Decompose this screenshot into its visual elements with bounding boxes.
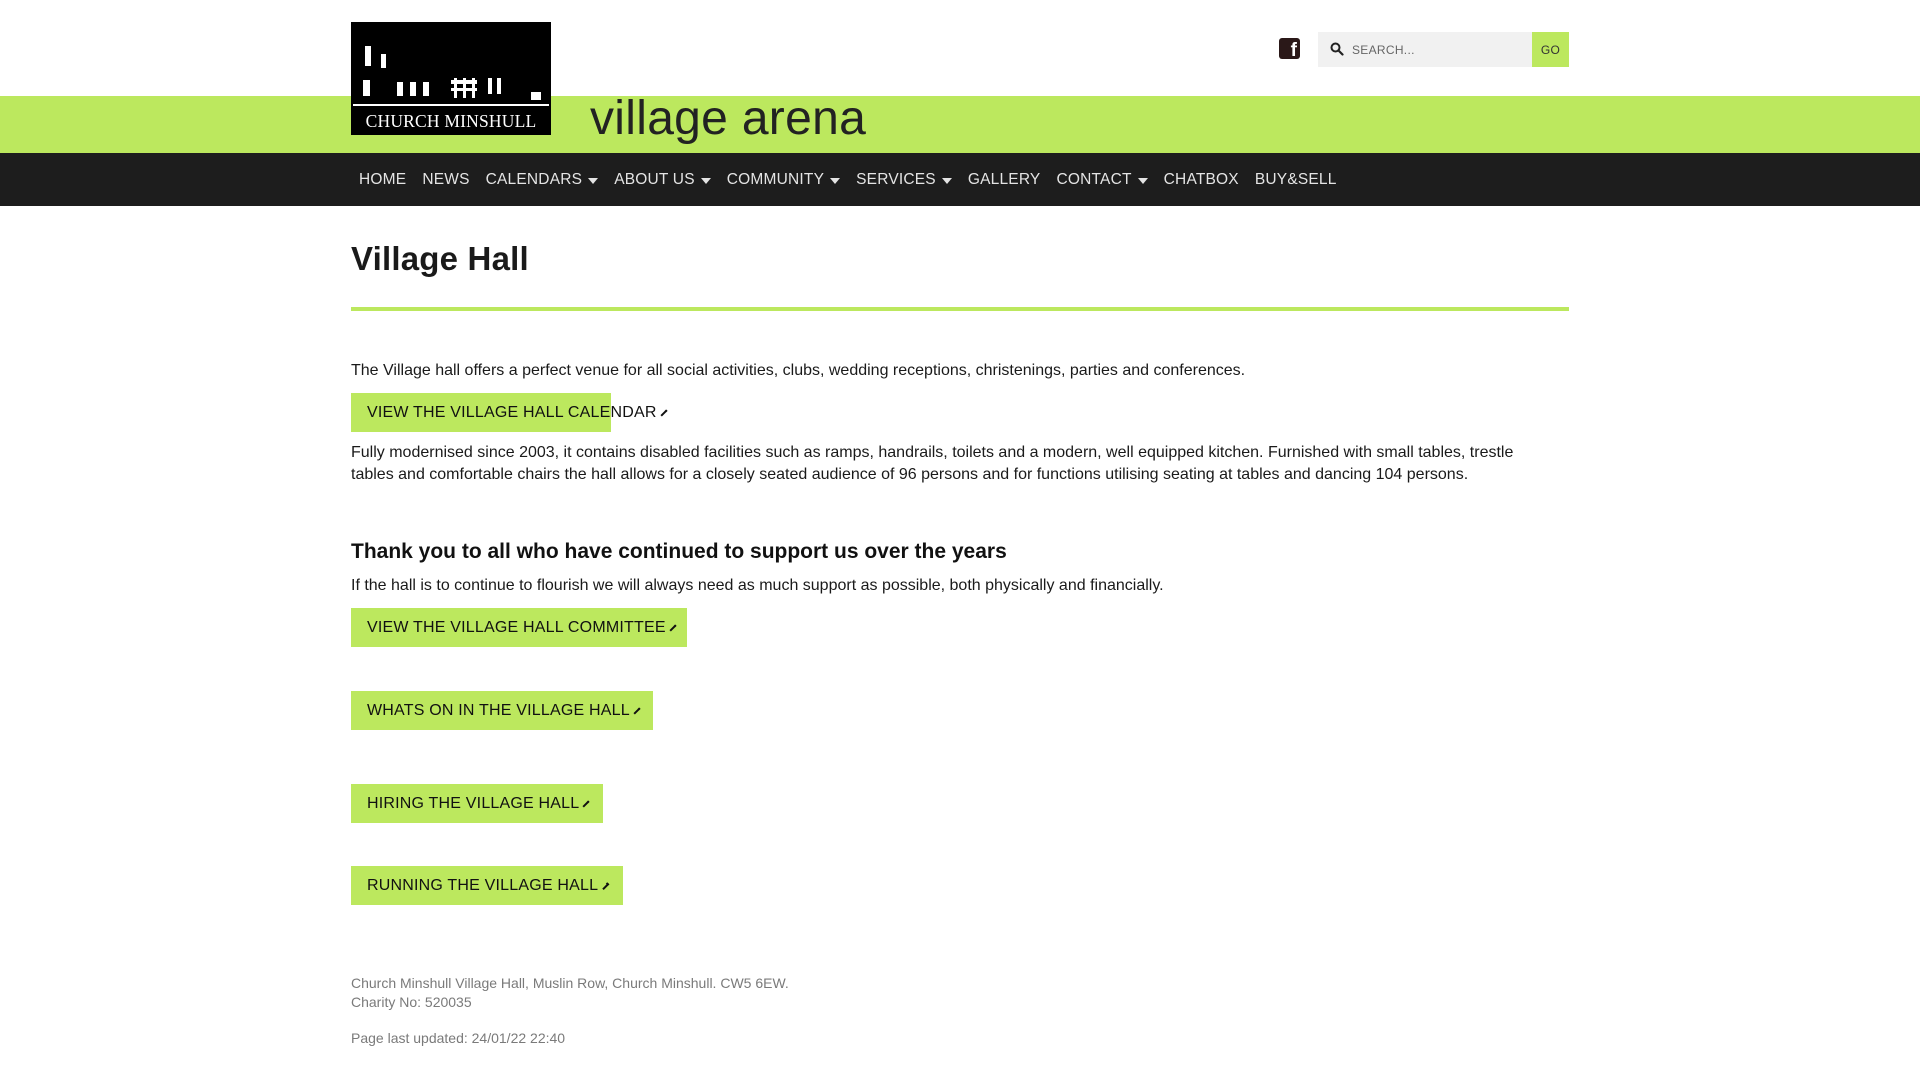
nav-item-news[interactable]: NEWS — [422, 171, 469, 189]
chevron-right-icon — [601, 881, 610, 890]
nav-item-community[interactable]: COMMUNITY — [726, 170, 841, 189]
whats-on-button[interactable]: WHATS ON IN THE VILLAGE HALL — [351, 691, 653, 730]
search-icon — [1330, 42, 1344, 56]
search-input[interactable] — [1352, 32, 1530, 67]
hiring-button[interactable]: HIRING THE VILLAGE HALL — [351, 784, 603, 823]
button-label: HIRING THE VILLAGE HALL — [367, 794, 580, 812]
nav-label: CONTACT — [1056, 170, 1132, 188]
nav-item-home[interactable]: HOME — [359, 171, 406, 189]
caret-down-icon — [941, 177, 952, 184]
nav-item-about-us[interactable]: ABOUT US — [614, 171, 711, 189]
button-label: WHATS ON IN THE VILLAGE HALL — [367, 701, 630, 719]
church-logo[interactable]: CHURCH MINSHULL — [351, 22, 551, 135]
facebook-icon[interactable]: f — [1279, 38, 1300, 60]
nav-label: COMMUNITY — [726, 170, 825, 188]
button-label: VIEW THE VILLAGE HALL CALENDAR — [367, 403, 657, 421]
support-text: If the hall is to continue to flourish w… — [351, 577, 1164, 594]
nav-item-calendars[interactable]: CALENDARS — [486, 171, 599, 189]
nav-label: BUY&SELL — [1254, 170, 1337, 188]
caret-down-icon — [700, 177, 711, 184]
chevron-right-icon — [669, 623, 677, 632]
main-nav: HOME NEWS CALENDARS ABOUT US COMMUNITY S… — [351, 153, 1353, 206]
caret-down-icon — [830, 177, 841, 184]
nav-label: NEWS — [422, 170, 470, 188]
chevron-right-icon — [582, 799, 590, 808]
nav-item-chatbox[interactable]: CHATBOX — [1164, 171, 1239, 189]
view-committee-button[interactable]: VIEW THE VILLAGE HALL COMMITTEE — [351, 608, 687, 647]
caret-down-icon — [588, 177, 599, 184]
site-name[interactable]: village arena — [590, 92, 866, 146]
nav-label: HOME — [359, 170, 407, 188]
search-go-button[interactable]: GO — [1532, 32, 1569, 67]
description-text: Fully modernised since 2003, it contains… — [351, 444, 1514, 483]
title-divider — [351, 307, 1569, 311]
thanks-heading: Thank you to all who have continued to s… — [351, 540, 1007, 563]
chevron-right-icon — [660, 408, 668, 417]
footer-updated: Page last updated: 24/01/22 22:40 — [351, 1030, 566, 1046]
view-calendar-button[interactable]: VIEW THE VILLAGE HALL CALENDAR — [351, 393, 668, 432]
logo-text: CHURCH MINSHULL — [365, 111, 537, 131]
nav-label: ABOUT US — [614, 170, 695, 188]
nav-item-services[interactable]: SERVICES — [856, 171, 952, 189]
running-button[interactable]: RUNNING THE VILLAGE HALL — [351, 866, 623, 905]
header-top — [0, 0, 1920, 96]
chevron-right-icon — [633, 706, 641, 715]
nav-label: GALLERY — [967, 170, 1041, 188]
footer-address: Church Minshull Village Hall, Muslin Row… — [351, 975, 789, 991]
nav-label: SERVICES — [856, 170, 936, 188]
nav-label: CHATBOX — [1163, 170, 1239, 188]
header-band — [0, 96, 1920, 153]
caret-down-icon — [1137, 177, 1148, 184]
nav-item-gallery[interactable]: GALLERY — [968, 171, 1041, 189]
page-title: Village Hall — [351, 240, 529, 277]
nav-label: CALENDARS — [485, 170, 583, 188]
button-label: VIEW THE VILLAGE HALL COMMITTEE — [367, 618, 666, 636]
button-label: RUNNING THE VILLAGE HALL — [367, 876, 599, 894]
footer-charity: Charity No: 520035 — [351, 994, 472, 1010]
nav-item-buy-sell[interactable]: BUY&SELL — [1255, 171, 1337, 189]
intro-text: The Village hall offers a perfect venue … — [351, 362, 1246, 379]
nav-item-contact[interactable]: CONTACT — [1056, 170, 1148, 189]
